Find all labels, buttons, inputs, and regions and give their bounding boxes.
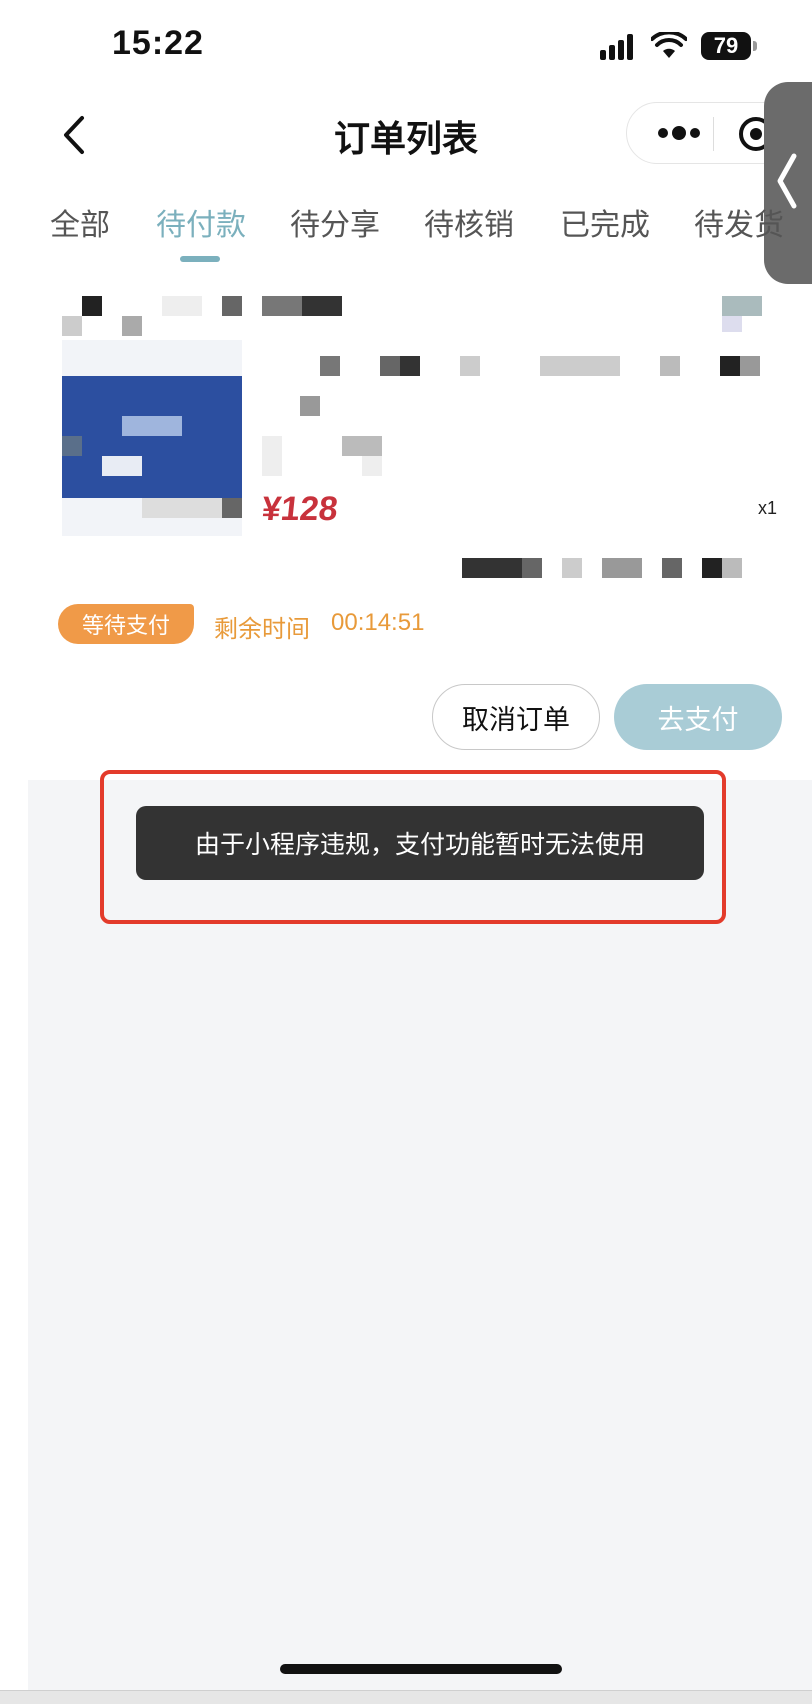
left-gutter (0, 780, 28, 1704)
remaining-time-label: 剩余时间 (214, 615, 310, 643)
order-tabs: 全部 待付款 待分享 待核销 已完成 待发货 (0, 200, 812, 270)
more-dots-icon[interactable] (649, 121, 709, 145)
active-tab-indicator (180, 256, 220, 262)
home-indicator[interactable] (280, 1664, 562, 1674)
signal-icon (600, 32, 633, 60)
cancel-order-button[interactable]: 取消订单 (432, 684, 600, 750)
battery-icon: 79 (701, 32, 757, 60)
tab-all[interactable]: 全部 (50, 200, 110, 244)
wifi-icon (651, 32, 687, 58)
pay-button[interactable]: 去支付 (614, 684, 782, 750)
product-quantity: x1 (758, 498, 778, 518)
tab-completed[interactable]: 已完成 (560, 200, 650, 244)
tab-pending-verification[interactable]: 待核销 (424, 200, 514, 244)
status-badge: 等待支付 (58, 604, 194, 644)
toast-message: 由于小程序违规，支付功能暂时无法使用 (136, 806, 704, 880)
countdown-timer: 00:14:51 (331, 609, 425, 636)
status-time: 15:22 (112, 24, 204, 62)
status-icons: 79 (600, 28, 757, 64)
product-price: ¥128 (260, 490, 340, 528)
tab-pending-share[interactable]: 待分享 (290, 200, 380, 244)
bottom-edge (0, 1690, 812, 1704)
product-image-redacted (62, 376, 242, 498)
tab-pending-payment[interactable]: 待付款 (156, 200, 246, 244)
tab-pending-shipment[interactable]: 待发货 (694, 200, 784, 244)
capsule-divider (713, 117, 714, 151)
